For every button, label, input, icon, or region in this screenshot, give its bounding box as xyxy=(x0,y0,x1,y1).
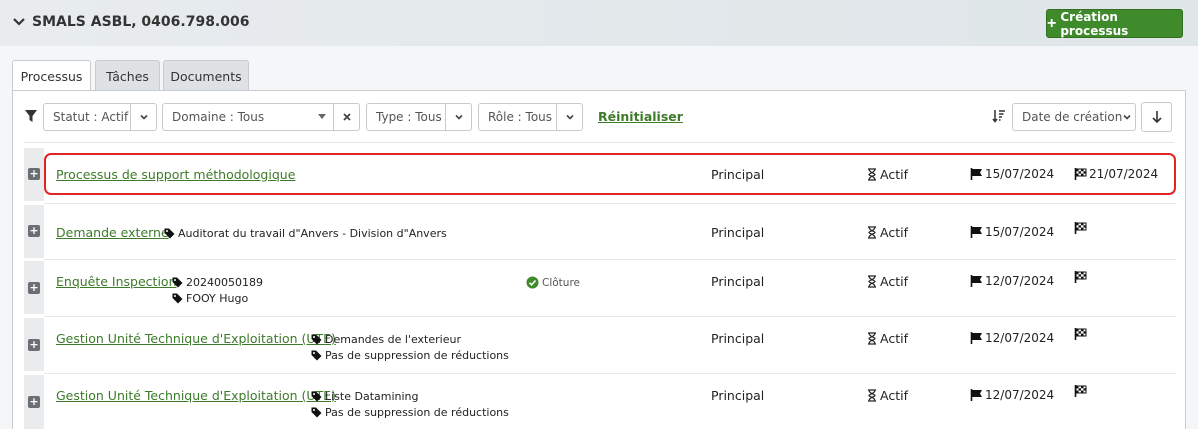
flag-icon xyxy=(970,389,982,401)
check-circle-icon xyxy=(526,276,539,289)
row-expander[interactable]: + xyxy=(24,148,44,201)
tag-icon xyxy=(311,334,322,344)
sort-select[interactable]: Date de création xyxy=(1012,103,1136,131)
expand-icon[interactable]: + xyxy=(28,339,40,351)
account-header: SMALS ASBL, 0406.798.006 + Création proc… xyxy=(0,0,1198,46)
arrow-down-icon xyxy=(1151,111,1162,124)
checkered-flag-icon xyxy=(1074,271,1087,283)
flag-icon xyxy=(970,332,982,344)
tag-icon xyxy=(172,293,183,303)
tag: FOOY Hugo xyxy=(172,290,263,306)
domaine-filter[interactable]: Domaine : Tous xyxy=(162,103,360,131)
filter-bar: Statut : Actif Domaine : Tous Type : Tou… xyxy=(24,102,1174,132)
table-row[interactable]: + Enquête Inspection 20240050189 FOOY Hu… xyxy=(24,261,1176,314)
role-value: Principal xyxy=(711,331,765,346)
table-row[interactable]: + Gestion Unité Technique d'Exploitation… xyxy=(24,375,1176,429)
start-date: 12/07/2024 xyxy=(970,274,1054,288)
expand-icon[interactable]: + xyxy=(28,168,40,180)
chevron-down-icon[interactable] xyxy=(130,104,156,130)
flag-icon xyxy=(970,226,982,238)
row-divider xyxy=(44,316,1176,317)
tag-list: Demandes de l'exterieur Pas de suppressi… xyxy=(311,331,509,363)
plus-icon: + xyxy=(1047,14,1057,32)
status-value: Actif xyxy=(866,388,908,403)
start-date: 12/07/2024 xyxy=(970,331,1054,345)
row-expander[interactable]: + xyxy=(24,375,44,429)
row-divider xyxy=(44,259,1176,260)
row-divider xyxy=(44,373,1176,374)
tag-icon xyxy=(311,350,322,360)
hourglass-icon xyxy=(868,226,876,239)
tag-list: Liste Datamining Pas de suppression de r… xyxy=(311,388,509,420)
tag-icon xyxy=(164,228,175,238)
table-row[interactable]: + Demande externe Auditorat du travail d… xyxy=(24,205,1176,258)
hourglass-icon xyxy=(868,275,876,288)
tab-documents[interactable]: Documents xyxy=(163,60,249,91)
tag: Pas de suppression de réductions xyxy=(311,404,509,420)
statut-filter[interactable]: Statut : Actif xyxy=(43,103,157,131)
tag-icon xyxy=(311,407,322,417)
filter-icon xyxy=(25,110,37,122)
row-expander[interactable]: + xyxy=(24,261,44,314)
selection-highlight xyxy=(44,153,1176,195)
row-expander[interactable]: + xyxy=(24,205,44,258)
expand-icon[interactable]: + xyxy=(28,225,40,237)
process-name-link[interactable]: Gestion Unité Technique d'Exploitation (… xyxy=(56,331,336,346)
end-date xyxy=(1074,328,1087,340)
expand-icon[interactable]: + xyxy=(28,396,40,408)
end-date xyxy=(1074,222,1087,234)
caret-down-icon[interactable] xyxy=(311,114,333,120)
expand-icon[interactable]: + xyxy=(28,282,40,294)
sort-icon xyxy=(992,110,1005,123)
process-name-link[interactable]: Gestion Unité Technique d'Exploitation (… xyxy=(56,388,336,403)
tab-taches[interactable]: Tâches xyxy=(95,60,160,91)
process-name-link[interactable]: Demande externe xyxy=(56,225,169,240)
tag-icon xyxy=(172,277,183,287)
role-value: Principal xyxy=(711,388,765,403)
account-title: SMALS ASBL, 0406.798.006 xyxy=(32,14,250,30)
tag: 20240050189 xyxy=(172,274,263,290)
end-date xyxy=(1074,271,1087,283)
create-process-button[interactable]: + Création processus xyxy=(1046,9,1183,38)
checkered-flag-icon xyxy=(1074,385,1087,397)
reset-filters-link[interactable]: Réinitialiser xyxy=(598,109,683,124)
row-divider xyxy=(44,203,1176,204)
tag-list: Auditorat du travail d"Anvers - Division… xyxy=(164,225,447,241)
tag: Pas de suppression de réductions xyxy=(311,347,509,363)
chevron-down-icon xyxy=(1122,112,1135,122)
chevron-down-icon[interactable] xyxy=(556,104,582,130)
start-date: 15/07/2024 xyxy=(970,225,1054,239)
status-value: Actif xyxy=(866,331,908,346)
tag-icon xyxy=(311,391,322,401)
clear-icon[interactable] xyxy=(333,104,359,130)
chevron-down-icon[interactable] xyxy=(445,104,471,130)
row-expander[interactable]: + xyxy=(24,318,44,371)
tag: Auditorat du travail d"Anvers - Division… xyxy=(164,225,447,241)
sort-direction-button[interactable] xyxy=(1141,102,1172,132)
role-value: Principal xyxy=(711,225,765,240)
role-filter[interactable]: Rôle : Tous xyxy=(478,103,583,131)
flag-icon xyxy=(970,275,982,287)
checkered-flag-icon xyxy=(1074,222,1087,234)
hourglass-icon xyxy=(868,389,876,402)
tab-processus[interactable]: Processus xyxy=(12,60,91,92)
status-badge: Clôture xyxy=(526,276,580,289)
table-row[interactable]: + Gestion Unité Technique d'Exploitation… xyxy=(24,318,1176,371)
chevron-down-icon[interactable] xyxy=(12,15,26,29)
checkered-flag-icon xyxy=(1074,328,1087,340)
role-value: Principal xyxy=(711,274,765,289)
type-filter[interactable]: Type : Tous xyxy=(366,103,472,131)
status-value: Actif xyxy=(866,274,908,289)
hourglass-icon xyxy=(868,332,876,345)
status-value: Actif xyxy=(866,225,908,240)
process-name-link[interactable]: Enquête Inspection xyxy=(56,274,177,289)
tag-list: 20240050189 FOOY Hugo xyxy=(172,274,263,306)
tag: Demandes de l'exterieur xyxy=(311,331,509,347)
divider xyxy=(24,142,1174,143)
start-date: 12/07/2024 xyxy=(970,388,1054,402)
tag: Liste Datamining xyxy=(311,388,509,404)
end-date xyxy=(1074,385,1087,397)
